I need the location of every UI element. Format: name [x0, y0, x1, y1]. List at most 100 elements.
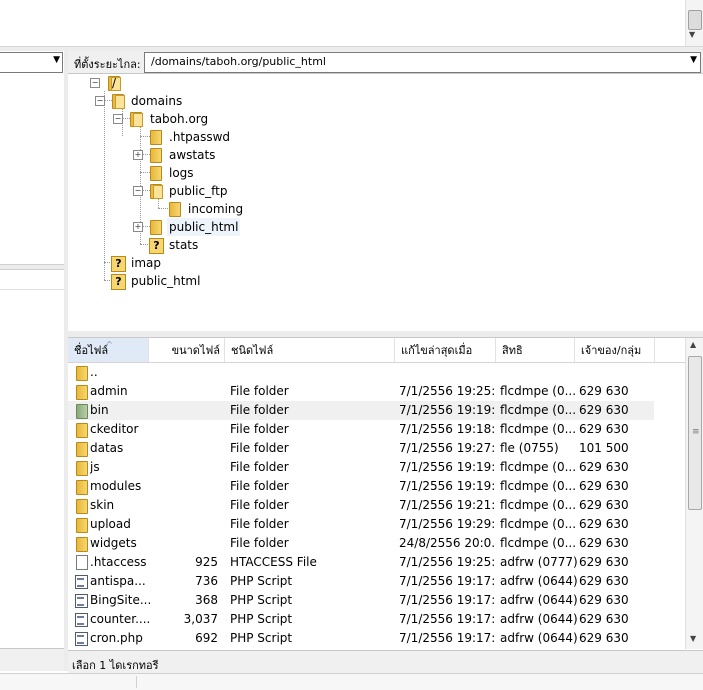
- grip-icon: ≡: [692, 427, 700, 437]
- column-header-label: เจ้าของ/กลุ่ม: [581, 344, 642, 357]
- table-row[interactable]: js File folder 7/1/2556 19:19:... flcdmpe (…: [68, 458, 654, 477]
- file-permissions: flcdmpe (0...: [500, 403, 577, 417]
- table-row[interactable]: ..: [68, 363, 654, 382]
- table-row[interactable]: counter.... 3,037 PHP Script 7/1/2556 19:17…: [68, 610, 654, 629]
- log-scrollbar[interactable]: ▼: [685, 0, 703, 46]
- folder-icon: [74, 517, 88, 533]
- file-list-scroll-thumb[interactable]: ≡: [688, 356, 702, 510]
- table-row[interactable]: cron.php692PHP Script7/1/2556 19:17:...a…: [68, 629, 654, 648]
- column-header-label: แก้ไขล่าสุดเมื่อ: [401, 344, 473, 357]
- file-permissions: adfrw (0644): [500, 631, 578, 645]
- table-row[interactable]: upload File folder 7/1/2556 19:29:... flcdm…: [68, 515, 654, 534]
- chevron-down-icon[interactable]: ▼: [690, 55, 697, 65]
- message-log: ▼: [0, 0, 703, 46]
- file-modified: 7/1/2556 19:27:...: [399, 441, 494, 455]
- sort-ascending-icon: ^: [106, 340, 113, 349]
- file-type: File folder: [230, 536, 289, 550]
- file-list-scrollbar[interactable]: ▲ ≡ ▼: [685, 338, 703, 649]
- table-row[interactable]: ckeditor File folder 7/1/2556 19:18:... flc…: [68, 420, 654, 439]
- folder-open-icon: [128, 112, 143, 127]
- file-name: js: [90, 460, 100, 474]
- queue-strip: [0, 673, 703, 690]
- folder-icon: [148, 130, 162, 145]
- local-status-bar: [0, 648, 64, 671]
- tree-node-label: /: [112, 76, 117, 90]
- file-permissions: fle (0755): [500, 441, 559, 455]
- column-header-label: ชื่อไฟล์: [74, 344, 109, 357]
- file-owner: 629 630: [579, 422, 629, 436]
- log-scroll-down-icon[interactable]: ▼: [689, 30, 695, 39]
- collapse-icon[interactable]: −: [90, 78, 100, 88]
- tree-node-label: awstats: [169, 148, 216, 162]
- column-header-permissions[interactable]: สิทธิ: [496, 338, 575, 362]
- folder-icon: [74, 536, 88, 552]
- local-pane: ▼: [0, 51, 65, 671]
- table-row[interactable]: bin File folder 7/1/2556 19:19:... flcdmpe …: [68, 401, 654, 420]
- folder-open-icon: [148, 184, 163, 199]
- local-pane-splitter[interactable]: [0, 264, 64, 270]
- folder-icon: [148, 148, 162, 163]
- file-type: File folder: [230, 479, 289, 493]
- file-type: File folder: [230, 498, 289, 512]
- file-name: modules: [90, 479, 142, 493]
- tree-node-label: .htpasswd: [169, 130, 231, 144]
- file-permissions: adfrw (0777): [500, 555, 578, 569]
- folder-icon: [74, 422, 88, 438]
- collapse-icon[interactable]: −: [133, 186, 143, 196]
- file-type: File folder: [230, 441, 289, 455]
- table-row[interactable]: widgets File folder 24/8/2556 20:0... flcdm…: [68, 534, 654, 553]
- remote-directory-tree: − / − domains − taboh.org .htpasswd + aw…: [68, 73, 703, 333]
- file-modified: 7/1/2556 19:25:...: [399, 384, 494, 398]
- file-type: File folder: [230, 422, 289, 436]
- column-header-owner[interactable]: เจ้าของ/กลุ่ม: [575, 338, 655, 362]
- unknown-folder-icon: ?: [111, 274, 126, 290]
- file-permissions: adfrw (0644): [500, 574, 578, 588]
- folder-icon: [74, 498, 88, 514]
- file-list-header: ^ ชื่อไฟล์ ขนาดไฟล์ ชนิดไฟล์ แก้ไขล่าสุด…: [68, 338, 686, 363]
- log-scroll-thumb[interactable]: [688, 10, 702, 30]
- tree-node-label: imap: [131, 256, 161, 270]
- remote-site-label: ที่ตั้งระยะไกล:: [74, 58, 141, 71]
- table-row[interactable]: datas File folder 7/1/2556 19:27:... fle (0…: [68, 439, 654, 458]
- collapse-icon[interactable]: −: [95, 96, 105, 106]
- file-modified: 24/8/2556 20:0...: [399, 536, 494, 550]
- column-header-modified[interactable]: แก้ไขล่าสุดเมื่อ: [395, 338, 496, 362]
- file-size: 736: [195, 574, 218, 588]
- file-name: bin: [90, 403, 109, 417]
- chevron-down-icon[interactable]: ▼: [53, 55, 60, 65]
- table-row[interactable]: BingSite...368PHP Script7/1/2556 19:17:.…: [68, 591, 654, 610]
- expand-icon[interactable]: +: [133, 222, 143, 232]
- tree-node-label: domains: [131, 94, 183, 108]
- file-modified: 7/1/2556 19:17:...: [399, 612, 494, 626]
- file-name: skin: [90, 498, 115, 512]
- local-path-combo[interactable]: ▼: [0, 52, 63, 73]
- table-row[interactable]: antispa...736PHP Script7/1/2556 19:17:..…: [68, 572, 654, 591]
- file-name: ckeditor: [90, 422, 139, 436]
- file-permissions: flcdmpe (0...: [500, 536, 577, 550]
- table-row[interactable]: .htaccess925HTACCESS File7/1/2556 19:25:…: [68, 553, 654, 572]
- table-row[interactable]: admin File folder 7/1/2556 19:25:... flcdmp…: [68, 382, 654, 401]
- file-owner: 629 630: [579, 593, 629, 607]
- column-header-size[interactable]: ขนาดไฟล์: [149, 338, 225, 362]
- file-owner: 629 630: [579, 555, 629, 569]
- table-row[interactable]: modules File folder 7/1/2556 19:19:... flcd…: [68, 477, 654, 496]
- remote-path-combo[interactable]: /domains/taboh.org/public_html ▼: [144, 52, 701, 73]
- expand-icon[interactable]: +: [133, 150, 143, 160]
- scroll-up-icon[interactable]: ▲: [690, 340, 696, 349]
- folder-icon: [148, 220, 162, 235]
- scroll-down-icon[interactable]: ▼: [690, 634, 696, 643]
- file-owner: 629 630: [579, 479, 629, 493]
- file-modified: 7/1/2556 19:18:...: [399, 422, 494, 436]
- file-type: PHP Script: [230, 631, 293, 645]
- table-row[interactable]: skin File folder 7/1/2556 19:21:... flcdmpe…: [68, 496, 654, 515]
- file-owner: 629 630: [579, 498, 629, 512]
- column-header-name[interactable]: ^ ชื่อไฟล์: [68, 338, 149, 362]
- status-text: เลือก 1 ไดเรกทอรี: [72, 659, 159, 672]
- file-permissions: flcdmpe (0...: [500, 498, 577, 512]
- column-header-type[interactable]: ชนิดไฟล์: [225, 338, 395, 362]
- collapse-icon[interactable]: −: [113, 114, 123, 124]
- queue-divider: [136, 676, 137, 688]
- file-name: ..: [90, 365, 98, 379]
- remote-pane-splitter[interactable]: [68, 331, 703, 338]
- file-owner: 629 630: [579, 460, 629, 474]
